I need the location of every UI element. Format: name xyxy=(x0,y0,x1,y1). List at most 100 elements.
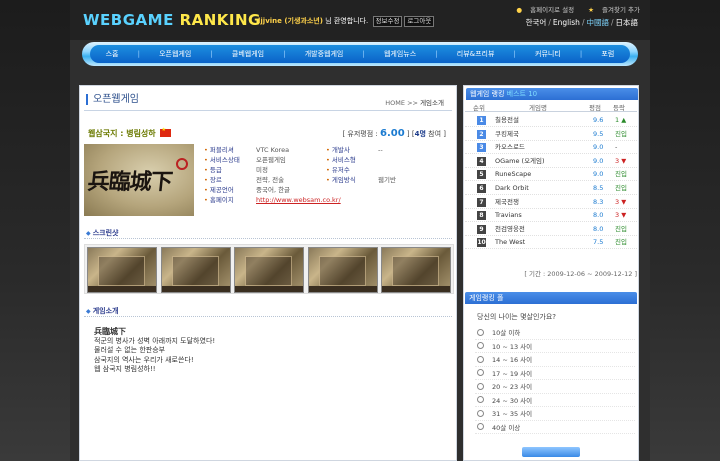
lang-sep: / xyxy=(610,18,614,27)
nav-review[interactable]: 리뷰&프리뷰 xyxy=(457,49,495,59)
poll-option[interactable]: 17 ~ 19 사이 xyxy=(475,367,635,380)
rank-change: 진입 xyxy=(615,129,627,138)
radio-button[interactable] xyxy=(477,355,484,363)
score-count-suffix: 참여 ] xyxy=(428,130,446,138)
logout-button[interactable]: 로그아웃 xyxy=(404,16,435,27)
radio-button[interactable] xyxy=(477,409,484,417)
developer-label: 개발사 xyxy=(326,145,378,155)
poll-heading: 게임랭킹 폴 xyxy=(465,292,637,304)
poll-option[interactable]: 24 ~ 30 사이 xyxy=(475,394,635,407)
ranking-heading-highlight: 베스트 10 xyxy=(506,90,538,98)
lang-english[interactable]: English xyxy=(553,18,580,27)
lang-japanese[interactable]: 日本語 xyxy=(616,18,639,27)
breadcrumb-home[interactable]: HOME xyxy=(385,99,405,107)
homepage-link[interactable]: http://www.websam.co.kr/ xyxy=(256,195,416,205)
poll-option[interactable]: 14 ~ 16 사이 xyxy=(475,353,635,367)
poll-option-label: 10 ~ 13 사이 xyxy=(492,342,533,351)
rank-number: 1 xyxy=(477,116,486,125)
rank-game-name[interactable]: 제국전쟁 xyxy=(495,196,519,209)
ranking-row[interactable]: 1 칠용전설 9.6 1 ▲ xyxy=(465,114,637,127)
language-selector: 한국어 / English / 中國語 / 日本語 xyxy=(526,17,638,28)
score-label: [ 유저평점 : xyxy=(342,130,378,138)
nav-sep: | xyxy=(283,50,286,58)
nav-news[interactable]: 웹게임뉴스 xyxy=(384,49,416,59)
rank-number: 7 xyxy=(477,197,486,207)
radio-button[interactable] xyxy=(477,423,484,431)
screenshot-thumb[interactable] xyxy=(160,247,231,293)
score-value: 6.00 xyxy=(379,128,405,139)
nav-forum[interactable]: 포럼 xyxy=(601,49,614,59)
ranking-row[interactable]: 3 카오스로드 9.0 - xyxy=(465,141,637,155)
intro-line: 웹 삼국지 병림성하!! xyxy=(94,365,156,373)
ranking-row[interactable]: 4 OGame (오게임) 9.0 3 ▼ xyxy=(465,155,637,168)
lang-korean[interactable]: 한국어 xyxy=(526,18,547,27)
poll-option[interactable]: 10살 이하 xyxy=(475,326,635,340)
screenshot-thumb[interactable] xyxy=(87,247,157,293)
rank-number: 6 xyxy=(477,184,486,193)
screenshot-thumb[interactable] xyxy=(381,247,451,293)
set-homepage-link[interactable]: ● 홈페이지로 설정 xyxy=(510,6,574,14)
poll-option[interactable]: 40살 이상 xyxy=(475,421,635,434)
screenshot-thumb[interactable] xyxy=(307,247,378,293)
ranking-row[interactable]: 10 The West 7.5 진입 xyxy=(465,236,637,250)
section-divider xyxy=(84,316,452,317)
col-point: 평점 xyxy=(589,104,601,112)
game-cover-image: 兵臨城下 xyxy=(84,144,194,216)
site-logo[interactable]: WEBGAME RANKING xyxy=(83,11,261,29)
poll-option-label: 24 ~ 30 사이 xyxy=(492,396,533,405)
rank-point: 9.5 xyxy=(593,129,604,138)
china-flag-icon xyxy=(160,127,172,137)
nav-open-webgame[interactable]: 오픈웹게임 xyxy=(159,49,191,59)
rank-change: 진입 xyxy=(615,224,627,233)
rank-change: 3 ▼ xyxy=(615,156,627,165)
radio-button[interactable] xyxy=(477,396,484,404)
ranking-row[interactable]: 5 RuneScape 9.0 진입 xyxy=(465,168,637,182)
header: WEBGAME RANKING ljjvine (기생과소년) 님 환영합니다.… xyxy=(70,0,650,40)
rank-change: - xyxy=(615,143,618,152)
publisher-label: 퍼블리셔 xyxy=(204,145,256,155)
rank-game-name[interactable]: Dark Orbit xyxy=(495,182,529,195)
ranking-row[interactable]: 9 천검영웅전 8.0 진입 xyxy=(465,223,637,236)
nav-community[interactable]: 커뮤니티 xyxy=(535,49,561,59)
vote-button[interactable] xyxy=(522,447,580,457)
nav-home[interactable]: 스홈 xyxy=(106,49,119,59)
rank-game-name[interactable]: 천검영웅전 xyxy=(495,223,525,236)
ranking-row[interactable]: 6 Dark Orbit 8.5 진입 xyxy=(465,182,637,195)
screenshot-thumb[interactable] xyxy=(234,247,304,293)
ranking-row[interactable]: 8 Travians 8.0 3 ▼ xyxy=(465,209,637,223)
rank-game-name[interactable]: The West xyxy=(495,236,525,249)
nav-dev-webgame[interactable]: 개발중웹게임 xyxy=(305,49,344,59)
top-links: ● 홈페이지로 설정 ★ 즐겨찾기 추가 xyxy=(504,4,640,14)
ranking-row[interactable]: 7 제국전쟁 8.3 3 ▼ xyxy=(465,196,637,209)
edit-info-button[interactable]: 정보수정 xyxy=(372,16,403,27)
poll-option[interactable]: 20 ~ 23 사이 xyxy=(475,380,635,394)
poll-option-label: 10살 이하 xyxy=(492,329,521,338)
rank-number: 2 xyxy=(477,129,486,139)
radio-button[interactable] xyxy=(477,369,484,377)
homepage-label: 홈페이지 xyxy=(204,195,256,205)
rank-point: 9.0 xyxy=(593,143,604,152)
rank-game-name[interactable]: Travians xyxy=(495,209,522,222)
rank-game-name[interactable]: OGame (오게임) xyxy=(495,155,545,168)
users-value xyxy=(378,165,448,175)
ranking-row[interactable]: 2 쿠킹제국 9.5 진입 xyxy=(465,128,637,141)
rank-game-name[interactable]: 칠용전설 xyxy=(495,114,519,127)
welcome-suffix: 님 환영합니다. xyxy=(322,17,369,25)
rank-game-name[interactable]: 쿠킹제국 xyxy=(495,128,519,141)
radio-button[interactable] xyxy=(477,328,484,336)
rank-game-name[interactable]: 카오스로드 xyxy=(495,141,525,154)
score-sep: ] xyxy=(406,130,410,138)
rank-change: 3 ▼ xyxy=(615,211,627,220)
poll-option[interactable]: 31 ~ 35 사이 xyxy=(475,407,635,421)
poll-option[interactable]: 10 ~ 13 사이 xyxy=(475,340,635,353)
welcome-message: ljjvine (기생과소년) 님 환영합니다. 정보수정 로그아웃 xyxy=(258,16,435,27)
radio-button[interactable] xyxy=(477,382,484,390)
radio-button[interactable] xyxy=(477,342,484,350)
rank-game-name[interactable]: RuneScape xyxy=(495,168,531,181)
nav-beta-webgame[interactable]: 클베웹게임 xyxy=(232,49,264,59)
service-style-label: 서비스형 xyxy=(326,155,378,165)
rank-point: 9.6 xyxy=(593,116,604,124)
rank-change: 진입 xyxy=(615,184,627,192)
lang-chinese[interactable]: 中國語 xyxy=(586,18,609,27)
add-favorite-link[interactable]: ★ 즐겨찾기 추가 xyxy=(582,6,640,14)
